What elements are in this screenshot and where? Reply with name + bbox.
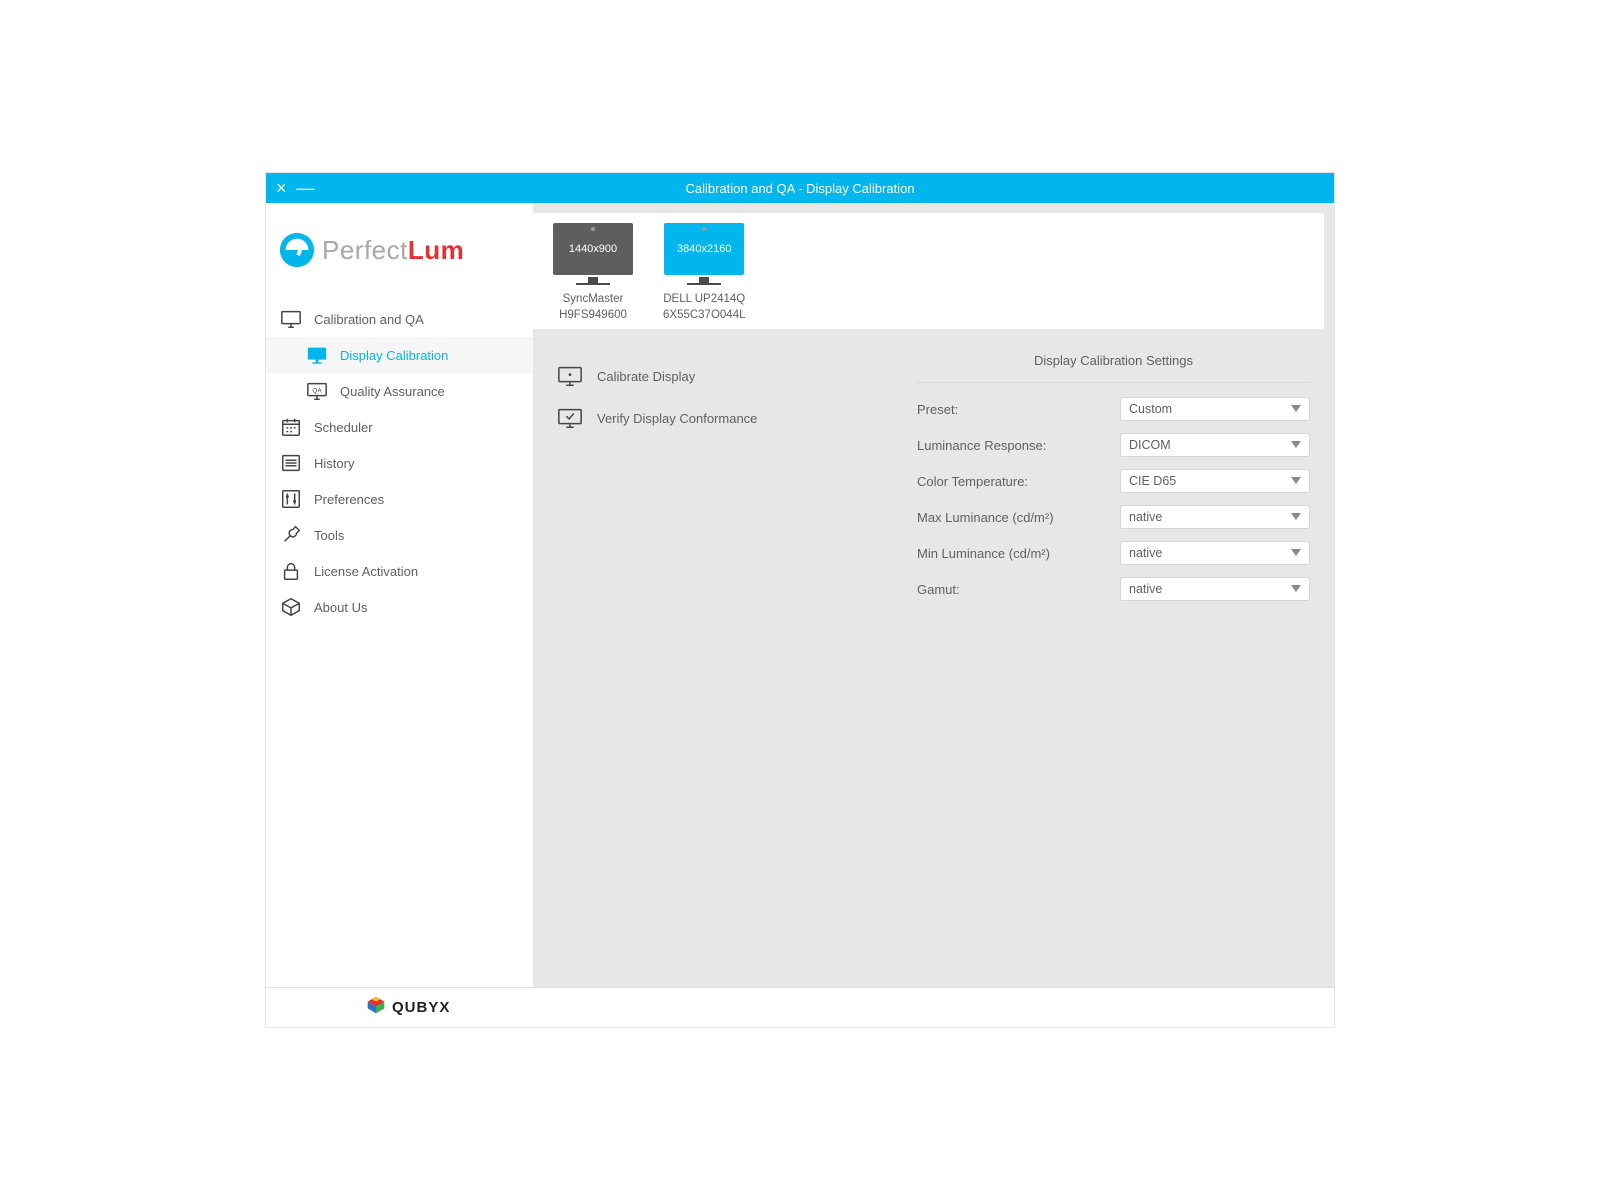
app-window: × — Calibration and QA - Display Calibra… (266, 173, 1334, 1027)
wrench-icon (280, 524, 302, 546)
display-name: SyncMaster (553, 291, 633, 307)
action-label: Calibrate Display (597, 369, 695, 384)
verify-icon (557, 407, 583, 429)
calendar-icon (280, 416, 302, 438)
gamut-label: Gamut: (917, 582, 1120, 597)
color-temperature-dropdown[interactable]: CIE D65 (1120, 469, 1310, 493)
dropdown-value: CIE D65 (1129, 474, 1176, 488)
nav-preferences[interactable]: Preferences (266, 481, 533, 517)
dropdown-value: DICOM (1129, 438, 1171, 452)
nav-label: Quality Assurance (340, 384, 445, 399)
display-card-2[interactable]: 3840x2160 DELL UP2414Q 6X55C37O044L (663, 223, 745, 323)
nav-label: License Activation (314, 564, 418, 579)
lock-icon (280, 560, 302, 582)
sliders-icon (280, 488, 302, 510)
display-thumbnail: 3840x2160 (664, 223, 744, 275)
nav-label: History (314, 456, 354, 471)
display-serial: H9FS949600 (553, 307, 633, 323)
dropdown-value: Custom (1129, 402, 1172, 416)
gamut-dropdown[interactable]: native (1120, 577, 1310, 601)
qa-monitor-icon: QA (306, 380, 328, 402)
luminance-response-dropdown[interactable]: DICOM (1120, 433, 1310, 457)
min-luminance-label: Min Luminance (cd/m²) (917, 546, 1120, 561)
nav-about[interactable]: About Us (266, 589, 533, 625)
sidebar: PerfectLum Calibration and QA Display Ca… (266, 203, 533, 987)
nav-label: Tools (314, 528, 344, 543)
footer-brand-text: QUBYX (392, 999, 450, 1016)
logo-text-a: Perfect (322, 235, 408, 265)
action-label: Verify Display Conformance (597, 411, 757, 426)
display-name: DELL UP2414Q (663, 291, 745, 307)
min-luminance-dropdown[interactable]: native (1120, 541, 1310, 565)
dropdown-value: native (1129, 582, 1162, 596)
display-resolution: 1440x900 (569, 243, 617, 255)
calibrate-display-button[interactable]: Calibrate Display (557, 359, 877, 393)
footer: QUBYX (266, 987, 1334, 1027)
chevron-down-icon (1291, 402, 1301, 416)
color-temperature-label: Color Temperature: (917, 474, 1120, 489)
nav-calibration-qa[interactable]: Calibration and QA (266, 301, 533, 337)
svg-text:QA: QA (312, 387, 322, 394)
nav-license[interactable]: License Activation (266, 553, 533, 589)
nav-display-calibration[interactable]: Display Calibration (266, 337, 533, 373)
cube-icon (280, 596, 302, 618)
logo-text-b: Lum (408, 235, 464, 265)
monitor-icon (280, 308, 302, 330)
calibrate-icon (557, 365, 583, 387)
max-luminance-dropdown[interactable]: native (1120, 505, 1310, 529)
nav-quality-assurance[interactable]: QA Quality Assurance (266, 373, 533, 409)
settings-title: Display Calibration Settings (917, 353, 1310, 368)
preset-label: Preset: (917, 402, 1120, 417)
main: 1440x900 SyncMaster H9FS949600 3840x2160 (533, 203, 1334, 987)
chevron-down-icon (1291, 546, 1301, 560)
luminance-response-label: Luminance Response: (917, 438, 1120, 453)
logo-mark-icon (278, 231, 316, 269)
settings-panel: Display Calibration Settings Preset: Cus… (917, 349, 1310, 977)
window-title: Calibration and QA - Display Calibration (685, 181, 914, 196)
nav: Calibration and QA Display Calibration Q… (266, 301, 533, 625)
preset-dropdown[interactable]: Custom (1120, 397, 1310, 421)
display-strip: 1440x900 SyncMaster H9FS949600 3840x2160 (533, 213, 1324, 329)
nav-label: About Us (314, 600, 367, 615)
max-luminance-label: Max Luminance (cd/m²) (917, 510, 1120, 525)
display-card-1[interactable]: 1440x900 SyncMaster H9FS949600 (553, 223, 633, 323)
logo: PerfectLum (266, 203, 533, 291)
display-thumbnail: 1440x900 (553, 223, 633, 275)
list-icon (280, 452, 302, 474)
display-serial: 6X55C37O044L (663, 307, 745, 323)
nav-label: Scheduler (314, 420, 373, 435)
chevron-down-icon (1291, 474, 1301, 488)
nav-label: Preferences (314, 492, 384, 507)
chevron-down-icon (1291, 582, 1301, 596)
close-button[interactable]: × (276, 179, 287, 197)
display-resolution: 3840x2160 (677, 243, 731, 255)
actions-panel: Calibrate Display Verify Display Conform… (557, 349, 877, 977)
nav-scheduler[interactable]: Scheduler (266, 409, 533, 445)
chevron-down-icon (1291, 438, 1301, 452)
nav-label: Calibration and QA (314, 312, 424, 327)
nav-tools[interactable]: Tools (266, 517, 533, 553)
nav-label: Display Calibration (340, 348, 448, 363)
qubyx-logo-icon (366, 995, 386, 1020)
verify-display-button[interactable]: Verify Display Conformance (557, 401, 877, 435)
titlebar: × — Calibration and QA - Display Calibra… (266, 173, 1334, 203)
nav-history[interactable]: History (266, 445, 533, 481)
chevron-down-icon (1291, 510, 1301, 524)
monitor-filled-icon (306, 344, 328, 366)
dropdown-value: native (1129, 546, 1162, 560)
dropdown-value: native (1129, 510, 1162, 524)
minimize-button[interactable]: — (297, 179, 315, 197)
